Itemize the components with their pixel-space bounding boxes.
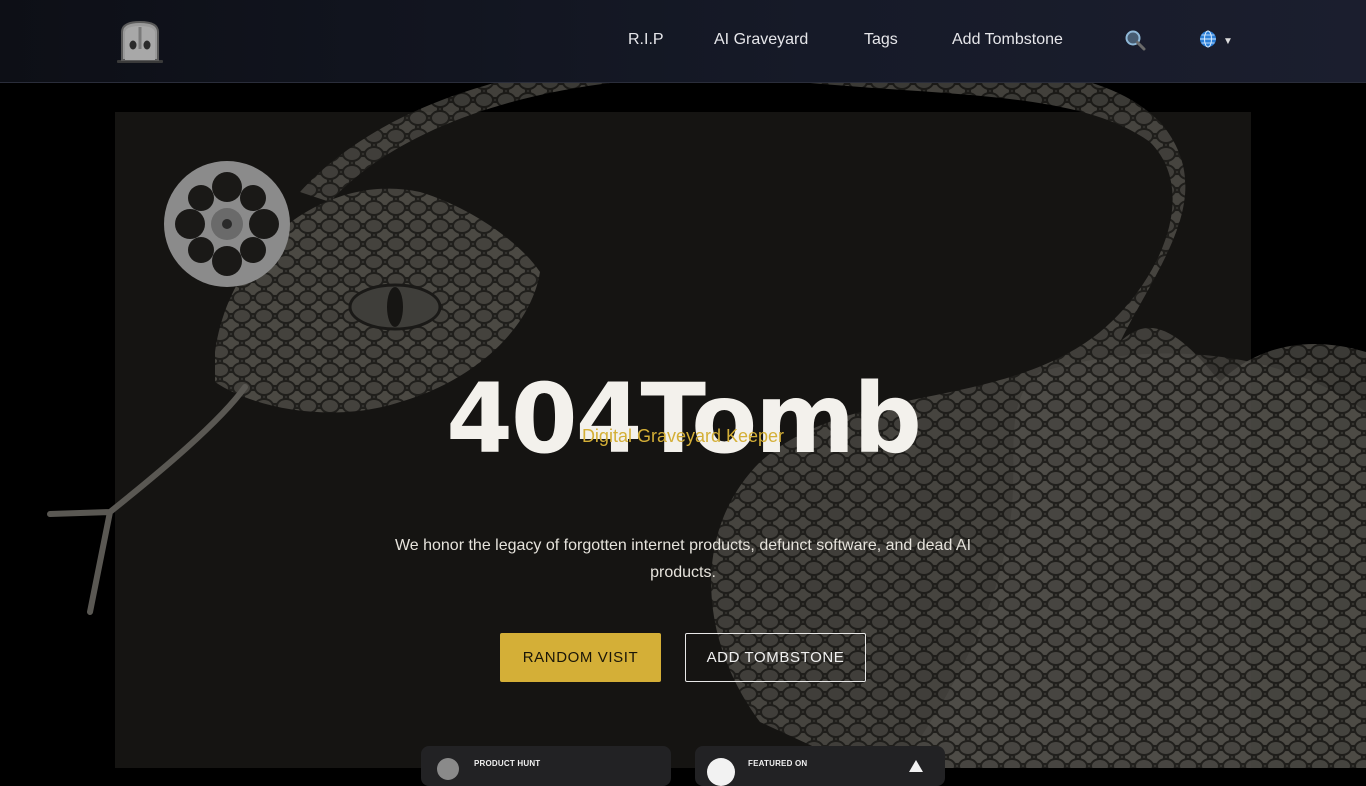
nav-link-tags[interactable]: Tags	[864, 29, 898, 51]
site-subtitle: Digital Graveyard Keeper	[581, 426, 785, 446]
product-hunt-icon	[437, 758, 459, 780]
site-title: 404Tomb	[446, 363, 922, 476]
badge-label: FEATURED ON	[748, 759, 808, 768]
search-icon[interactable]	[1124, 29, 1146, 51]
featured-logo-icon	[707, 758, 735, 786]
random-visit-button[interactable]: RANDOM VISIT	[500, 633, 661, 682]
film-reel-icon	[163, 160, 291, 288]
tombstone-logo-icon[interactable]	[115, 20, 165, 64]
globe-icon	[1199, 30, 1217, 53]
nav-link-ai-graveyard[interactable]: AI Graveyard	[714, 29, 808, 51]
badge-label: PRODUCT HUNT	[474, 759, 541, 768]
nav-link-add-tombstone[interactable]: Add Tombstone	[952, 29, 1063, 51]
triangle-icon	[909, 760, 923, 772]
top-navigation-bar: R.I.P AI Graveyard Tags Add Tombstone ▼	[0, 0, 1366, 83]
add-tombstone-button[interactable]: ADD TOMBSTONE	[685, 633, 866, 682]
chevron-down-icon: ▼	[1223, 35, 1233, 47]
language-selector[interactable]: ▼	[1199, 30, 1233, 52]
featured-on-badge[interactable]: FEATURED ON	[695, 746, 945, 786]
nav-link-rip[interactable]: R.I.P	[628, 29, 664, 51]
site-description: We honor the legacy of forgotten interne…	[394, 537, 972, 581]
product-hunt-badge[interactable]: PRODUCT HUNT	[421, 746, 671, 786]
